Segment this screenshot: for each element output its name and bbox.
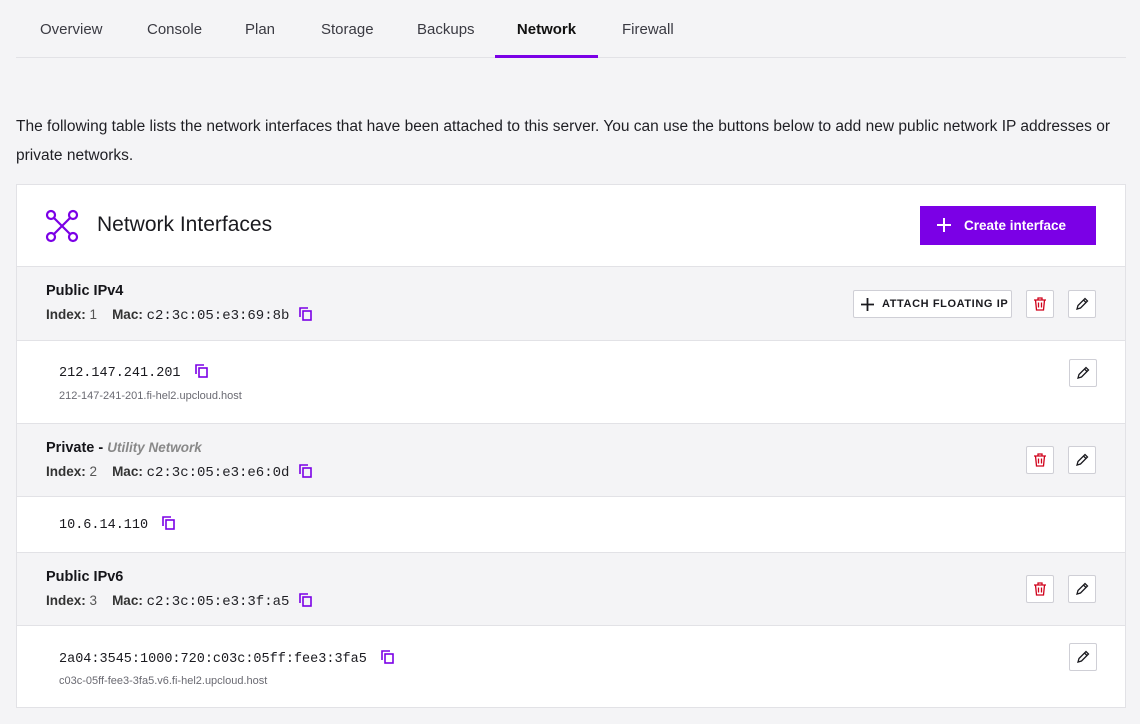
interface-row-private: Private - Utility Network Index: 2 Mac: … <box>17 424 1125 497</box>
interface-row-public-ipv6: Public IPv6 Index: 3 Mac: c2:3c:05:e3:3f… <box>17 553 1125 626</box>
interface-name: Public IPv4 <box>46 283 124 299</box>
index-label: Index: <box>46 593 86 608</box>
index-label: Index: <box>46 307 86 322</box>
tab-storage[interactable]: Storage <box>297 0 398 58</box>
interface-mac: c2:3c:05:e3:69:8b <box>146 308 290 324</box>
ip-address-value: 2a04:3545:1000:720:c03c:05ff:fee3:3fa5 <box>59 652 367 667</box>
delete-interface-button[interactable] <box>1026 575 1054 603</box>
trash-icon <box>1034 453 1046 467</box>
attach-floating-ip-label: ATTACH FLOATING IP <box>882 298 1009 310</box>
interface-mac: c2:3c:05:e3:3f:a5 <box>146 594 290 610</box>
copy-icon[interactable] <box>381 650 394 664</box>
network-nodes-icon <box>45 209 79 243</box>
copy-icon[interactable] <box>162 516 176 530</box>
pencil-icon <box>1076 582 1089 595</box>
tab-overview[interactable]: Overview <box>16 0 127 58</box>
tab-plan[interactable]: Plan <box>221 0 299 58</box>
trash-icon <box>1034 297 1046 311</box>
interface-index: 1 <box>89 307 98 322</box>
pencil-icon <box>1077 366 1090 379</box>
tab-firewall[interactable]: Firewall <box>598 0 698 58</box>
hostname: c03c-05ff-fee3-3fa5.v6.fi-hel2.upcloud.h… <box>59 675 268 687</box>
create-interface-button[interactable]: Create interface <box>920 206 1096 245</box>
edit-address-button[interactable] <box>1069 359 1097 387</box>
hostname: 212-147-241-201.fi-hel2.upcloud.host <box>59 390 242 402</box>
network-interfaces-panel: Network Interfaces Create interface Publ… <box>16 184 1126 708</box>
mac-label: Mac: <box>112 464 143 479</box>
delete-interface-button[interactable] <box>1026 446 1054 474</box>
address-row: 10.6.14.110 <box>17 497 1125 553</box>
plus-icon <box>937 218 951 232</box>
index-label: Index: <box>46 464 86 479</box>
copy-icon[interactable] <box>299 307 312 321</box>
ip-address: 10.6.14.110 <box>59 516 176 533</box>
ip-address: 2a04:3545:1000:720:c03c:05ff:fee3:3fa5 <box>59 650 394 667</box>
trash-icon <box>1034 582 1046 596</box>
server-tabs: Overview Console Plan Storage Backups Ne… <box>16 0 1126 58</box>
edit-interface-button[interactable] <box>1068 575 1096 603</box>
interface-index: 3 <box>89 593 98 608</box>
interface-name: Private - Utility Network <box>46 440 202 456</box>
ip-address: 212.147.241.201 <box>59 364 208 381</box>
pencil-icon <box>1077 650 1090 663</box>
copy-icon[interactable] <box>194 364 208 378</box>
ip-address-value: 10.6.14.110 <box>59 518 149 533</box>
create-interface-label: Create interface <box>964 218 1067 233</box>
interface-index: 2 <box>89 464 98 479</box>
plus-icon <box>861 298 874 311</box>
delete-interface-button[interactable] <box>1026 290 1054 318</box>
edit-address-button[interactable] <box>1069 643 1097 671</box>
edit-interface-button[interactable] <box>1068 290 1096 318</box>
interface-meta: Index: 3 Mac: c2:3c:05:e3:3f:a5 <box>46 593 312 610</box>
interface-meta: Index: 1 Mac: c2:3c:05:e3:69:8b <box>46 307 312 324</box>
interface-name: Public IPv6 <box>46 569 124 585</box>
interface-mac: c2:3c:05:e3:e6:0d <box>146 465 290 481</box>
tab-console[interactable]: Console <box>123 0 226 58</box>
tab-network[interactable]: Network <box>495 0 598 58</box>
interface-network-name: Utility Network <box>107 440 202 455</box>
intro-text: The following table lists the network in… <box>16 118 1110 164</box>
panel-title: Network Interfaces <box>97 213 273 236</box>
copy-icon[interactable] <box>299 593 312 607</box>
copy-icon[interactable] <box>299 464 312 478</box>
interface-row-public-ipv4: Public IPv4 Index: 1 Mac: c2:3c:05:e3:69… <box>17 267 1125 341</box>
edit-interface-button[interactable] <box>1068 446 1096 474</box>
interface-meta: Index: 2 Mac: c2:3c:05:e3:e6:0d <box>46 464 312 481</box>
tab-backups[interactable]: Backups <box>393 0 499 58</box>
address-row: 212.147.241.201 212-147-241-201.fi-hel2.… <box>17 341 1125 424</box>
mac-label: Mac: <box>112 593 143 608</box>
attach-floating-ip-button[interactable]: ATTACH FLOATING IP <box>853 290 1012 318</box>
pencil-icon <box>1076 453 1089 466</box>
pencil-icon <box>1076 297 1089 310</box>
interface-name-text: Private - <box>46 440 108 456</box>
panel-header: Network Interfaces Create interface <box>17 185 1125 267</box>
ip-address-value: 212.147.241.201 <box>59 366 181 381</box>
address-row: 2a04:3545:1000:720:c03c:05ff:fee3:3fa5 c… <box>17 626 1125 707</box>
mac-label: Mac: <box>112 307 143 322</box>
